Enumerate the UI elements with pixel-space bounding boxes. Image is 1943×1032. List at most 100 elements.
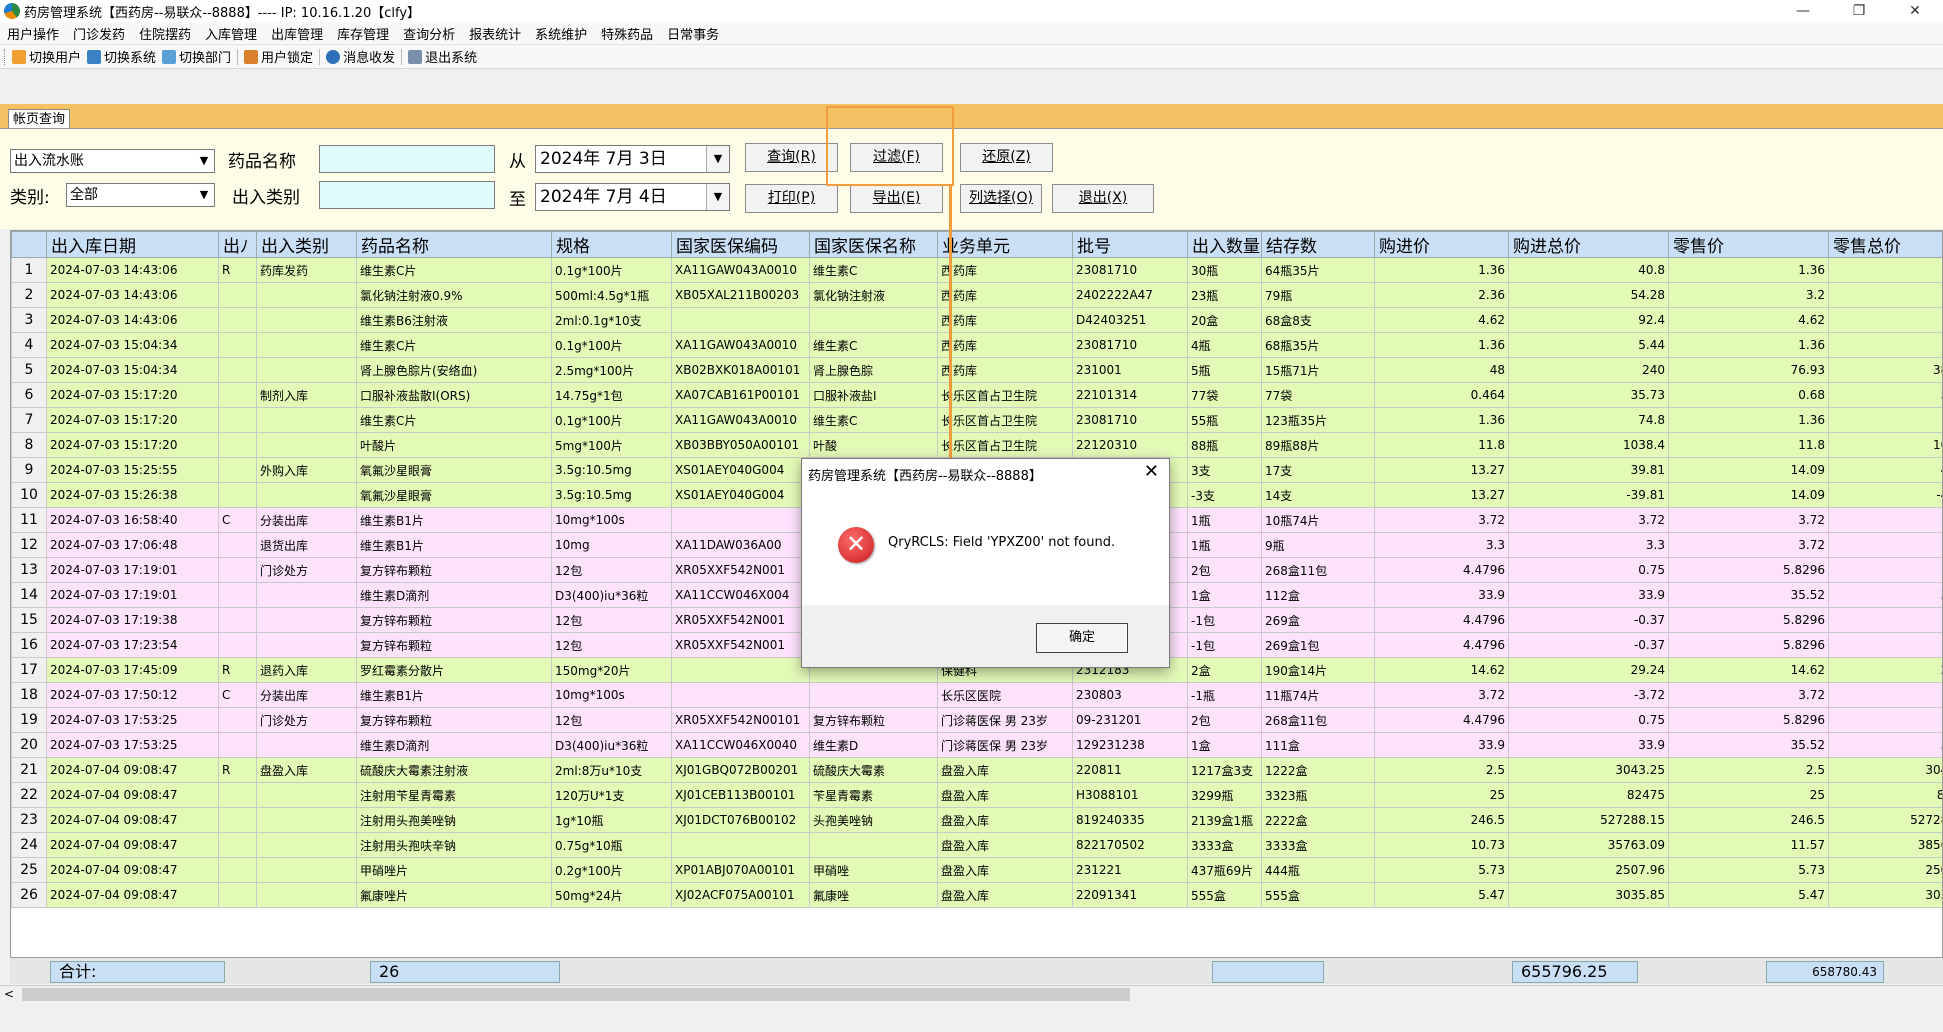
column-header[interactable]: 零售价: [1668, 231, 1829, 258]
table-cell: 5.8296: [1668, 632, 1829, 658]
io-type-input[interactable]: [319, 181, 495, 209]
close-window-button[interactable]: ✕: [1887, 0, 1943, 22]
exit-system-button[interactable]: 退出系统: [408, 47, 477, 66]
table-cell: 2024-07-03 15:17:20: [46, 382, 219, 408]
date-to-picker[interactable]: 2024年 7月 4日 ▼: [535, 183, 730, 211]
column-header[interactable]: 批号: [1072, 231, 1188, 258]
menu-query-analysis[interactable]: 查询分析: [396, 24, 462, 43]
table-row[interactable]: 3 2024-07-03 14:43:06 维生素B6注射液 2ml:0.1g*10支…: [11, 307, 1942, 333]
restore-filter-button[interactable]: 还原(Z): [960, 143, 1053, 172]
messages-button[interactable]: 消息收发: [326, 47, 395, 66]
table-cell: 0.1g*100片: [551, 332, 672, 358]
menu-stock-in[interactable]: 入库管理: [198, 24, 264, 43]
table-cell: 52.36: [1828, 382, 1942, 408]
table-row[interactable]: 2 2024-07-03 14:43:06 氯化钠注射液0.9% 500ml:4.5g…: [11, 282, 1942, 308]
exit-button[interactable]: 退出(X): [1052, 184, 1154, 213]
horizontal-scrollbar[interactable]: <: [0, 985, 1943, 1003]
table-row[interactable]: 8 2024-07-03 15:17:20 叶酸片 5mg*100片 XB03BBY05…: [11, 432, 1942, 458]
column-header[interactable]: 购进价: [1374, 231, 1509, 258]
switch-user-button[interactable]: 切换用户: [12, 47, 81, 66]
table-cell: [218, 832, 257, 858]
table-cell: 23081710: [1072, 257, 1188, 283]
menu-special-drugs[interactable]: 特殊药品: [594, 24, 660, 43]
table-row[interactable]: 5 2024-07-03 15:04:34 肾上腺色腙片(安络血) 2.5mg*100…: [11, 357, 1942, 383]
table-row[interactable]: 20 2024-07-03 17:53:25 维生素D滴剂 D3(400)iu*36粒…: [11, 732, 1942, 758]
column-header[interactable]: 出入库日期: [46, 231, 219, 258]
table-cell: 2024-07-03 15:04:34: [46, 332, 219, 358]
table-row[interactable]: 6 2024-07-03 15:17:20 制剂入库 口服补液盐散I(ORS) 14.7…: [11, 382, 1942, 408]
scroll-thumb[interactable]: [22, 988, 1130, 1001]
column-select-button[interactable]: 列选择(O): [960, 184, 1042, 213]
dialog-close-icon[interactable]: ✕: [1144, 461, 1159, 482]
table-row[interactable]: 18 2024-07-03 17:50:12 C 分装出库 维生素B1片 10mg*100…: [11, 682, 1942, 708]
lock-user-button[interactable]: 用户锁定: [244, 47, 313, 66]
table-cell: 1盒: [1187, 582, 1262, 608]
table-cell: [671, 657, 810, 683]
table-cell: 药库发药: [256, 257, 357, 283]
switch-dept-button[interactable]: 切换部门: [162, 47, 231, 66]
column-header[interactable]: 结存数: [1261, 231, 1375, 258]
column-header[interactable]: 出ﾉ: [218, 231, 257, 258]
row-number: 17: [11, 657, 47, 683]
menu-inpatient-dispense[interactable]: 住院摆药: [132, 24, 198, 43]
menu-stock-out[interactable]: 出库管理: [264, 24, 330, 43]
menu-reports[interactable]: 报表统计: [462, 24, 528, 43]
table-cell: -42.27: [1828, 482, 1942, 508]
table-cell: 注射用苄星青霉素: [356, 782, 552, 808]
table-row[interactable]: 21 2024-07-04 09:08:47 R 盘盈入库 硫酸庆大霉素注射液 2ml:8…: [11, 757, 1942, 783]
query-button[interactable]: 查询(R): [745, 143, 838, 172]
table-cell: 3043.25: [1508, 757, 1669, 783]
column-header[interactable]: 药品名称: [356, 231, 552, 258]
print-button[interactable]: 打印(P): [745, 184, 838, 213]
category-select[interactable]: 全部 ▼: [66, 183, 215, 207]
table-row[interactable]: 25 2024-07-04 09:08:47 甲硝唑片 0.2g*100片 XP01AB…: [11, 857, 1942, 883]
minimize-button[interactable]: —: [1775, 0, 1831, 22]
menu-outpatient-dispense[interactable]: 门诊发药: [66, 24, 132, 43]
table-cell: 1.36: [1668, 257, 1829, 283]
menu-system[interactable]: 系统维护: [528, 24, 594, 43]
column-header[interactable]: 规格: [551, 231, 672, 258]
table-cell: 5.8296: [1668, 557, 1829, 583]
column-header[interactable]: 业务单元: [937, 231, 1073, 258]
row-number: 9: [11, 457, 47, 483]
export-button[interactable]: 导出(E): [850, 184, 943, 213]
table-cell: 29.24: [1828, 657, 1942, 683]
drug-name-input[interactable]: [319, 145, 495, 173]
restore-button[interactable]: ❐: [1831, 0, 1887, 22]
table-row[interactable]: 19 2024-07-03 17:53:25 门诊处方 复方锌布颗粒 12包 XR05XX…: [11, 707, 1942, 733]
column-header[interactable]: 出入类别: [256, 231, 357, 258]
table-cell: 2.5mg*100片: [551, 357, 672, 383]
menu-inventory[interactable]: 库存管理: [330, 24, 396, 43]
switch-system-button[interactable]: 切换系统: [87, 47, 156, 66]
table-row[interactable]: 1 2024-07-03 14:43:06 R 药库发药 维生素C片 0.1g*100片 X…: [11, 257, 1942, 283]
table-cell: 退货出库: [256, 532, 357, 558]
table-cell: 77袋: [1187, 382, 1262, 408]
tab-strip: 帐页查询: [0, 104, 1943, 130]
account-type-select[interactable]: 出入流水账 ▼: [10, 149, 215, 173]
table-cell: 3.5g:10.5mg: [551, 457, 672, 483]
table-row[interactable]: 4 2024-07-03 15:04:34 维生素C片 0.1g*100片 XA11GA…: [11, 332, 1942, 358]
table-cell: 268盒11包: [1261, 707, 1375, 733]
menu-user-ops[interactable]: 用户操作: [0, 24, 66, 43]
table-row[interactable]: 24 2024-07-04 09:08:47 注射用头孢呋辛钠 0.75g*10瓶 盘盈…: [11, 832, 1942, 858]
column-header[interactable]: 购进总价: [1508, 231, 1669, 258]
tab-ledger-query[interactable]: 帐页查询: [8, 109, 71, 130]
scroll-left-icon[interactable]: <: [4, 986, 14, 1003]
table-row[interactable]: 23 2024-07-04 09:08:47 注射用头孢美唑钠 1g*10瓶 XJ01D…: [11, 807, 1942, 833]
column-header[interactable]: 零售总价: [1828, 231, 1942, 258]
menu-daily[interactable]: 日常事务: [660, 24, 726, 43]
dialog-ok-button[interactable]: 确定: [1036, 623, 1128, 653]
row-number: 18: [11, 682, 47, 708]
date-from-picker[interactable]: 2024年 7月 3日 ▼: [535, 145, 730, 173]
column-header[interactable]: 出入数量: [1187, 231, 1262, 258]
table-cell: XR05XXF542N00101: [671, 707, 810, 733]
column-header[interactable]: 国家医保编码: [671, 231, 810, 258]
table-row[interactable]: 26 2024-07-04 09:08:47 氟康唑片 50mg*24片 XJ02ACF…: [11, 882, 1942, 908]
table-cell: 叶酸片: [356, 432, 552, 458]
column-header[interactable]: 国家医保名称: [809, 231, 938, 258]
table-cell: 3035.85: [1508, 882, 1669, 908]
table-row[interactable]: 22 2024-07-04 09:08:47 注射用苄星青霉素 120万U*1支 XJ0…: [11, 782, 1942, 808]
table-cell: 5.73: [1668, 857, 1829, 883]
table-row[interactable]: 7 2024-07-03 15:17:20 维生素C片 0.1g*100片 XA11GA…: [11, 407, 1942, 433]
table-cell: 384.65: [1828, 357, 1942, 383]
